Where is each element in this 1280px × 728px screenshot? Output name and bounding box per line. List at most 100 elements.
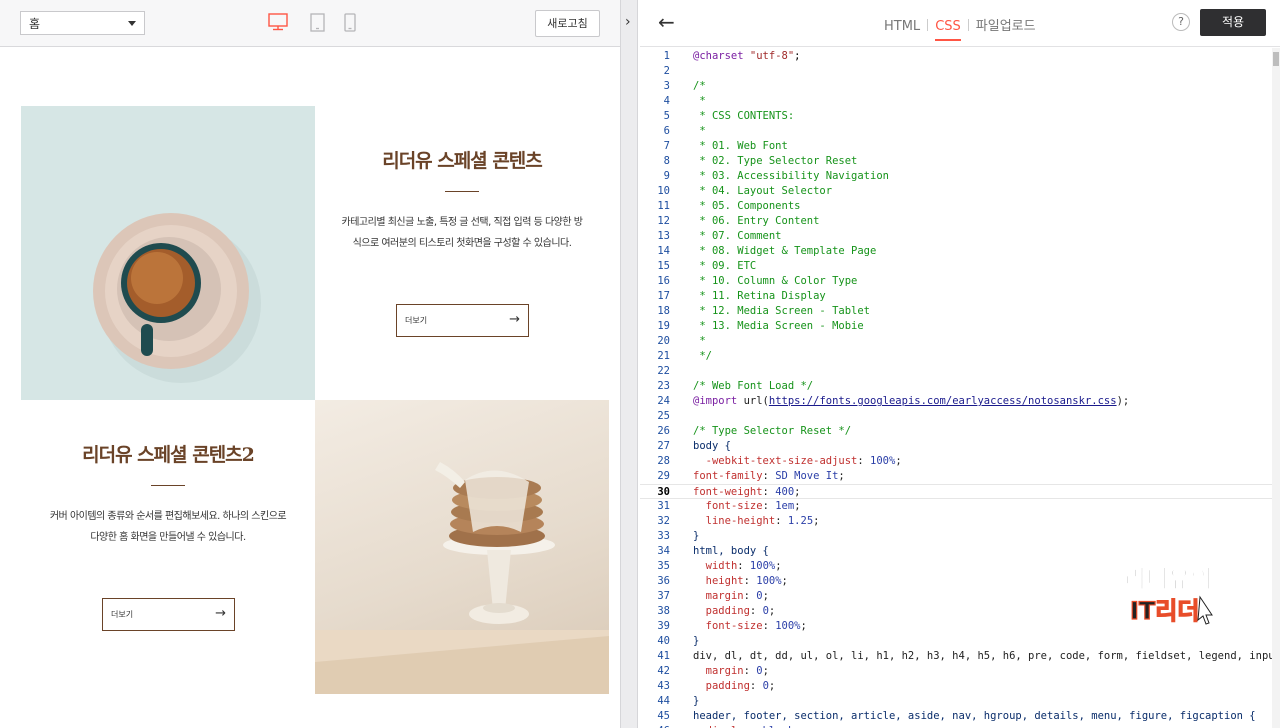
code-line[interactable]: 22 [640,364,1280,379]
code-line[interactable]: 9 * 03. Accessibility Navigation [640,169,1280,184]
code-text: * 11. Retina Display [693,290,826,302]
collapse-handle[interactable]: › [620,0,638,728]
code-line[interactable]: 45 header, footer, section, article, asid… [640,709,1280,724]
code-text: * 10. Column & Color Type [693,275,858,287]
code-line[interactable]: 23 /* Web Font Load */ [640,379,1280,394]
refresh-button[interactable]: 새로고침 [535,10,600,37]
line-number: 9 [663,170,670,182]
cookie-stand-image [315,400,609,694]
code-line[interactable]: 43 padding: 0; [640,679,1280,694]
line-number: 23 [657,380,670,392]
promo-description: 카테고리별 최신글 노출, 특정 글 선택, 직접 입력 등 다양한 방식으로 … [341,217,583,249]
preview-content: 리더유 스페셜 콘텐츠 카테고리별 최신글 노출, 특정 글 선택, 직접 입력… [0,48,620,728]
chevron-right-icon: › [625,14,631,30]
line-number: 5 [663,110,670,122]
code-line[interactable]: 25 [640,409,1280,424]
editor-scrollbar[interactable] [1272,48,1280,728]
tab-html[interactable]: HTML [884,19,920,41]
line-number: 35 [657,560,670,572]
code-text: * 06. Entry Content [693,215,820,227]
line-number: 8 [663,155,670,167]
code-text: /* Web Font Load */ [693,380,814,392]
code-text: display: block; [693,724,801,728]
help-icon[interactable]: ? [1172,13,1190,31]
code-line[interactable]: 32 line-height: 1.25; [640,514,1280,529]
tab-file-upload[interactable]: 파일업로드 [976,15,1036,41]
code-line[interactable]: 17 * 11. Retina Display [640,289,1280,304]
code-line[interactable]: 4 * [640,94,1280,109]
code-line[interactable]: 1 @charset "utf-8"; [640,49,1280,64]
code-line[interactable]: 13 * 07. Comment [640,229,1280,244]
desktop-icon[interactable] [268,13,288,31]
code-line[interactable]: 31 font-size: 1em; [640,499,1280,514]
code-text: height: 100%; [705,575,788,587]
code-line[interactable]: 26 /* Type Selector Reset */ [640,424,1280,439]
code-line[interactable]: 33} [640,529,1280,544]
code-line[interactable]: 40} [640,634,1280,649]
promo-title: 리더유 스페셜 콘텐츠 [382,150,543,172]
code-line[interactable]: 8 * 02. Type Selector Reset [640,154,1280,169]
code-text: header, footer, section, article, aside,… [693,710,1256,722]
code-line[interactable]: 29 font-family: SD Move It; [640,469,1280,484]
code-line[interactable]: 41 div, dl, dt, dd, ul, ol, li, h1, h2, h… [640,649,1280,664]
line-number: 13 [657,230,670,242]
line-number: 39 [657,620,670,632]
code-line[interactable]: 10 * 04. Layout Selector [640,184,1280,199]
line-number: 3 [663,80,670,92]
code-line[interactable]: 12 * 06. Entry Content [640,214,1280,229]
arrow-right-icon: → [215,606,226,621]
code-line[interactable]: 21 */ [640,349,1280,364]
code-line[interactable]: 5 * CSS CONTENTS: [640,109,1280,124]
tab-css[interactable]: CSS [935,19,961,41]
svg-text:IT리더: IT리더 [1130,597,1199,625]
code-line[interactable]: 28 -webkit-text-size-adjust: 100%; [640,454,1280,469]
tablet-icon[interactable] [310,13,325,32]
code-line[interactable]: 27 body { [640,439,1280,454]
code-text: * 07. Comment [693,230,782,242]
code-line[interactable]: 19 * 13. Media Screen - Mobie [640,319,1280,334]
scrollbar-thumb[interactable] [1273,52,1279,66]
code-line[interactable]: 18 * 12. Media Screen - Tablet [640,304,1280,319]
mobile-icon[interactable] [344,13,356,32]
code-line[interactable]: 3 /* [640,79,1280,94]
line-number: 4 [663,95,670,107]
code-line[interactable]: 24 @import url(https://fonts.googleapis.c… [640,394,1280,409]
code-line[interactable]: 11 * 05. Components [640,199,1280,214]
chevron-down-icon [128,21,136,26]
code-text: body { [693,440,731,452]
code-line[interactable]: 6 * [640,124,1280,139]
page-select[interactable]: 홈 [20,11,145,35]
code-line[interactable]: 44} [640,694,1280,709]
code-text: */ [693,350,712,362]
apply-button[interactable]: 적용 [1200,9,1266,36]
code-line[interactable]: 16 * 10. Column & Color Type [640,274,1280,289]
code-text: * [693,335,706,347]
code-line[interactable]: 20 * [640,334,1280,349]
code-text: } [693,635,700,647]
line-number: 41 [657,650,670,662]
more-button[interactable]: 더보기 → [102,598,235,631]
line-number: 10 [657,185,670,197]
code-text: * 05. Components [693,200,801,212]
tab-separator [967,19,969,31]
back-arrow-icon[interactable]: ← [658,10,675,34]
coffee-cup-image [21,106,315,400]
code-line[interactable]: 14 * 08. Widget & Template Page [640,244,1280,259]
code-line[interactable]: 30 font-weight: 400; [640,484,1280,499]
code-text: font-weight: 400; [693,486,801,498]
code-line[interactable]: 7 * 01. Web Font [640,139,1280,154]
line-number: 21 [657,350,670,362]
code-text: } [693,530,700,542]
code-text: /* Type Selector Reset */ [693,425,852,437]
code-line[interactable]: 15 * 09. ETC [640,259,1280,274]
code-line[interactable]: 2 [640,64,1280,79]
line-number: 26 [657,425,670,437]
line-number: 1 [663,50,670,62]
promo-description: 커버 아이템의 종류와 순서를 편집해보세요. 하나의 스킨으로 다양한 홈 화… [49,511,287,543]
more-button[interactable]: 더보기 → [396,304,529,337]
line-number: 31 [657,500,670,512]
line-number: 24 [657,395,670,407]
code-line[interactable]: 42 margin: 0; [640,664,1280,679]
line-number: 29 [657,470,670,482]
code-line[interactable]: 46 display: block; [640,724,1280,728]
